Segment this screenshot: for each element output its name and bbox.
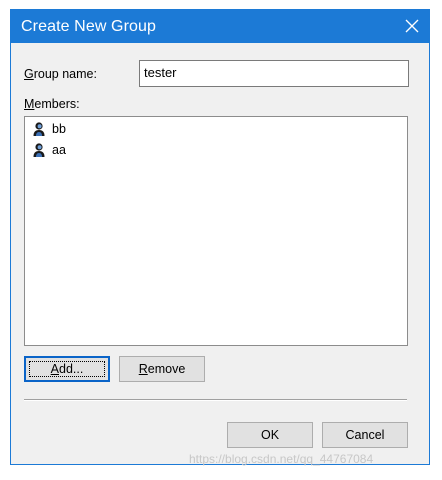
member-name: bb <box>52 122 66 136</box>
members-list[interactable]: bb aa <box>24 116 408 346</box>
close-button[interactable] <box>395 10 429 43</box>
create-group-dialog: Create New Group Group name: tester Memb… <box>10 9 430 465</box>
close-icon <box>405 19 419 33</box>
members-label-text: embers: <box>34 97 80 111</box>
add-member-button[interactable]: Add... <box>24 356 110 382</box>
separator <box>24 399 407 401</box>
remove-button-label: emove <box>147 362 186 376</box>
ok-button[interactable]: OK <box>227 422 313 448</box>
group-name-label-mnemonic: G <box>24 67 34 81</box>
user-icon <box>33 143 45 157</box>
focus-ring <box>29 361 105 377</box>
member-item-aa[interactable]: aa <box>31 141 66 159</box>
members-label-mnemonic: M <box>24 97 35 111</box>
remove-member-button[interactable]: Remove <box>119 356 205 382</box>
remove-button-mnemonic: R <box>138 362 148 376</box>
dialog-title: Create New Group <box>21 18 156 35</box>
member-name: aa <box>52 143 66 157</box>
group-name-label-text: roup name: <box>33 67 97 81</box>
group-name-input[interactable]: tester <box>139 60 409 87</box>
title-bar[interactable]: Create New Group <box>11 10 429 43</box>
members-label: Members: <box>24 97 80 111</box>
group-name-label: Group name: <box>24 67 97 81</box>
user-icon <box>33 122 45 136</box>
member-item-bb[interactable]: bb <box>31 120 66 138</box>
cancel-button[interactable]: Cancel <box>322 422 408 448</box>
watermark: https://blog.csdn.net/qq_44767084 <box>189 452 374 466</box>
